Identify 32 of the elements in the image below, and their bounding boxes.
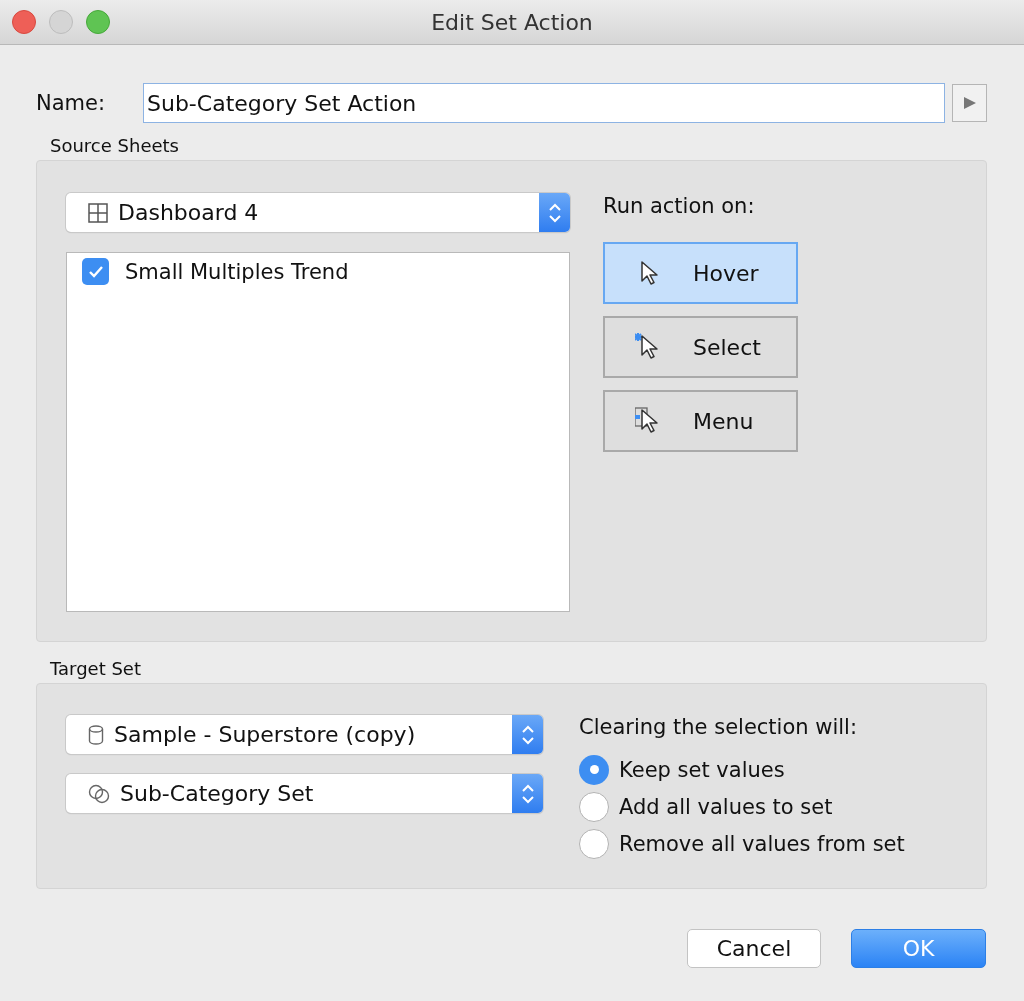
section-title: Target Set <box>50 658 142 679</box>
dropdown[interactable]: Sub-Category Set <box>66 774 543 813</box>
check-icon <box>87 264 104 279</box>
action-toggle-button[interactable]: Menu <box>603 390 798 452</box>
cylinder-icon <box>88 724 104 745</box>
close-icon[interactable] <box>12 10 36 34</box>
name-input-field[interactable]: Sub-Category Set Action <box>143 83 945 123</box>
cancel-button[interactable]: Cancel <box>687 929 821 968</box>
cursor-menu-icon <box>635 407 661 435</box>
clearing-label: Clearing the selection will: <box>579 715 859 739</box>
window-title: Edit Set Action <box>431 9 593 35</box>
maximize-icon[interactable] <box>86 10 110 34</box>
overlapping-circles-icon <box>88 783 110 804</box>
action-toggle-button[interactable]: Hover <box>603 242 798 304</box>
play-button[interactable] <box>952 84 987 122</box>
cursor-click-icon <box>635 333 661 361</box>
radio-label: Keep set values <box>619 757 785 782</box>
radio-label: Add all values to set <box>619 794 833 819</box>
sheet-label: Small Multiples Trend <box>125 259 349 284</box>
play-icon <box>962 96 977 110</box>
radio-button[interactable] <box>579 754 609 785</box>
action-toggle-button[interactable]: Select <box>603 316 798 378</box>
section-title: Source Sheets <box>50 135 180 156</box>
radio-button[interactable] <box>579 828 609 859</box>
run-action-label: Run action on: <box>603 194 756 218</box>
radio-button[interactable] <box>579 791 609 822</box>
radio-label: Remove all values from set <box>619 831 905 856</box>
name-label: Name: <box>36 91 107 115</box>
dropdown[interactable]: Dashboard 4 <box>66 193 570 232</box>
dropdown[interactable]: Sample - Superstore (copy) <box>66 715 543 754</box>
grid-icon <box>88 202 108 223</box>
checkbox[interactable] <box>82 258 109 285</box>
